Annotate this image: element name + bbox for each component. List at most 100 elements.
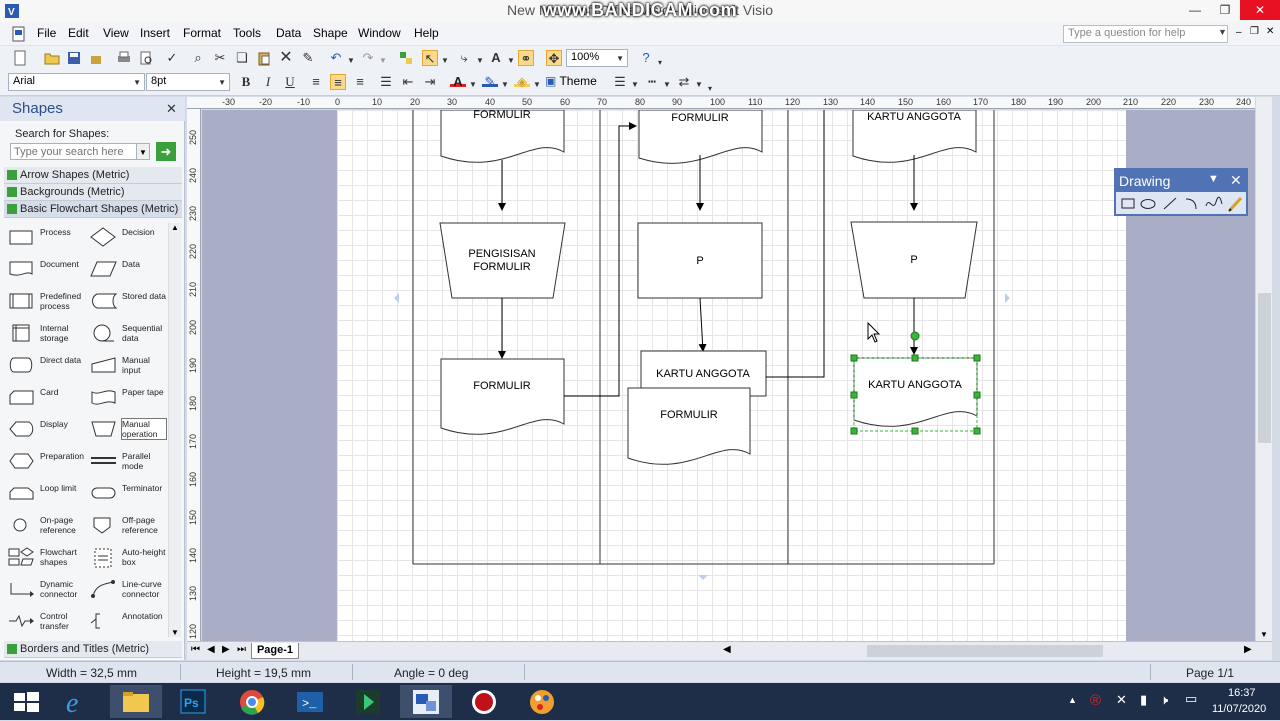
permission-icon[interactable] [88, 50, 104, 66]
internet-explorer-icon[interactable]: e [52, 685, 104, 719]
volume-tray-icon[interactable]: 🕨 [1160, 692, 1168, 708]
print-icon[interactable] [116, 50, 132, 66]
delete-icon[interactable]: ✕ [278, 50, 294, 66]
help-search-input[interactable]: Type a question for help [1063, 25, 1228, 43]
scroll-down-icon[interactable]: ▼ [171, 628, 179, 637]
shape-manual-operation[interactable]: Manual operation [86, 415, 167, 447]
search-shapes-input[interactable] [10, 143, 138, 160]
scroll-up-icon[interactable]: ▲ [171, 223, 179, 232]
line-ends-dropdown-icon[interactable]: ▼ [695, 80, 703, 89]
green-app-icon[interactable] [342, 685, 394, 718]
shape-off-page-reference[interactable]: Off-page reference [86, 511, 166, 543]
chrome-icon[interactable] [226, 685, 278, 718]
pan-right-icon[interactable] [1005, 293, 1010, 303]
antivirus-tray-icon[interactable]: ® [1090, 692, 1101, 709]
shape-direct-data[interactable]: Direct data [4, 351, 84, 383]
col2-process[interactable]: P [637, 222, 763, 299]
shape-manual-input[interactable]: Manual input [86, 351, 166, 383]
shape-data[interactable]: Data [86, 255, 166, 287]
decrease-indent-icon[interactable]: ⇤ [400, 74, 416, 90]
help-icon[interactable]: ? [638, 50, 654, 66]
tray-expand-icon[interactable]: ▲ [1068, 695, 1077, 705]
col2-arrow-2[interactable] [698, 297, 707, 352]
pointer-tool-icon[interactable]: ↖ [422, 50, 438, 66]
font-color-dropdown-icon[interactable]: ▼ [469, 80, 477, 89]
zoom-select[interactable]: 100% ▼ [566, 49, 628, 67]
menu-edit[interactable]: Edit [68, 26, 89, 40]
shape-line-curve-connector[interactable]: Line-curve connector [86, 575, 166, 607]
undo-dropdown-icon[interactable]: ▼ [347, 56, 355, 65]
arc-tool-icon[interactable] [1185, 198, 1197, 210]
bold-icon[interactable]: B [238, 74, 254, 90]
menu-data[interactable]: Data [276, 26, 301, 40]
keyboard-tray-icon[interactable]: ▭ [1185, 691, 1197, 707]
paint-icon[interactable] [516, 685, 568, 718]
snap-icon[interactable]: ✥ [546, 50, 562, 66]
shape-parallel-mode[interactable]: Parallel mode [86, 447, 166, 479]
ellipse-tool-icon[interactable] [1140, 199, 1156, 209]
selection-glue-handle[interactable] [910, 331, 920, 341]
menu-tools[interactable]: Tools [233, 26, 261, 40]
shape-stored-data[interactable]: Stored data [86, 287, 166, 319]
minimize-button[interactable]: — [1180, 0, 1210, 20]
close-button[interactable]: ✕ [1240, 0, 1280, 20]
line-tool-icon[interactable] [1163, 197, 1177, 210]
prev-page-icon[interactable]: ◀ [207, 644, 215, 655]
align-center-icon[interactable]: ≡ [330, 74, 346, 90]
file-explorer-icon[interactable] [110, 685, 162, 718]
drawing-page[interactable]: FORMULIR PENGISISAN FORMULIR FORMULIR FO… [337, 110, 1126, 642]
underline-icon[interactable]: U [282, 74, 298, 90]
next-page-icon[interactable]: ▶ [222, 644, 230, 655]
restore-button[interactable]: ❐ [1210, 0, 1240, 20]
shapes-scrollbar[interactable]: ▲ ▼ [168, 223, 181, 637]
first-page-icon[interactable]: ⏮ [191, 644, 200, 655]
cut-icon[interactable]: ✂ [212, 50, 228, 66]
search-go-icon[interactable]: ➜ [156, 142, 176, 161]
text-dropdown-icon[interactable]: ▼ [507, 56, 515, 65]
shape-display[interactable]: Display [4, 415, 84, 447]
pencil-tool-icon[interactable] [1228, 196, 1243, 212]
stencil-basic-flowchart[interactable]: Basic Flowchart Shapes (Metric) [4, 201, 182, 218]
menu-insert[interactable]: Insert [140, 26, 170, 40]
col1-manual-operation[interactable]: PENGISISAN FORMULIR [439, 222, 566, 299]
line-weight-icon[interactable]: ☰ [612, 74, 628, 90]
line-color-dropdown-icon[interactable]: ▼ [501, 80, 509, 89]
col3-document-selected[interactable]: KARTU ANGGOTA [853, 357, 978, 432]
align-right-icon[interactable]: ≡ [352, 74, 368, 90]
shape-paper-tape[interactable]: Paper tape [86, 383, 166, 415]
fill-color-icon[interactable]: ◈ [514, 74, 530, 89]
line-pattern-dropdown-icon[interactable]: ▼ [663, 80, 671, 89]
paste-icon[interactable] [256, 50, 272, 66]
col2-document-formulir[interactable]: FORMULIR [627, 387, 751, 465]
align-left-icon[interactable]: ≡ [308, 74, 324, 90]
line-color-icon[interactable]: ✎ [482, 74, 498, 89]
connector-tool-icon[interactable]: ⤷ [456, 50, 472, 66]
undo-icon[interactable]: ↶ [328, 50, 344, 66]
menu-file[interactable]: File [37, 26, 56, 40]
vertical-scrollbar[interactable]: ▼ [1255, 97, 1272, 641]
photoshop-icon[interactable]: Ps [168, 685, 220, 718]
toolbar-options-icon[interactable]: ▾ [658, 58, 662, 67]
shape-flowchart-shapes[interactable]: Flowchart shapes [4, 543, 84, 575]
shape-on-page-reference[interactable]: On-page reference [4, 511, 84, 543]
shape-annotation[interactable]: Annotation [86, 607, 166, 639]
visio-taskbar-icon[interactable] [400, 685, 452, 718]
shape-process[interactable]: Process [4, 223, 84, 255]
doc-minimize-icon[interactable]: – [1236, 27, 1242, 38]
shape-terminator[interactable]: Terminator [86, 479, 166, 511]
new-icon[interactable] [12, 50, 28, 66]
horizontal-scroll-thumb[interactable] [867, 645, 1103, 657]
shape-predefined-process[interactable]: Predefined process [4, 287, 84, 319]
network-tray-icon[interactable]: ✕ [1116, 692, 1127, 708]
search-dropdown-icon[interactable]: ▼ [136, 143, 150, 160]
bullets-icon[interactable]: ☰ [378, 74, 394, 90]
menu-shape[interactable]: Shape [313, 26, 348, 40]
col1-document-bottom[interactable]: FORMULIR [440, 358, 565, 435]
doc-close-icon[interactable]: ✕ [1266, 26, 1274, 37]
line-pattern-icon[interactable]: ┅ [644, 74, 660, 90]
shape-internal-storage[interactable]: Internal storage [4, 319, 84, 351]
stencil-arrow-shapes[interactable]: Arrow Shapes (Metric) [4, 167, 182, 184]
last-page-icon[interactable]: ⏭ [237, 644, 246, 655]
shapes-close-icon[interactable]: ✕ [166, 101, 177, 117]
line-ends-icon[interactable]: ⇄ [676, 74, 692, 90]
